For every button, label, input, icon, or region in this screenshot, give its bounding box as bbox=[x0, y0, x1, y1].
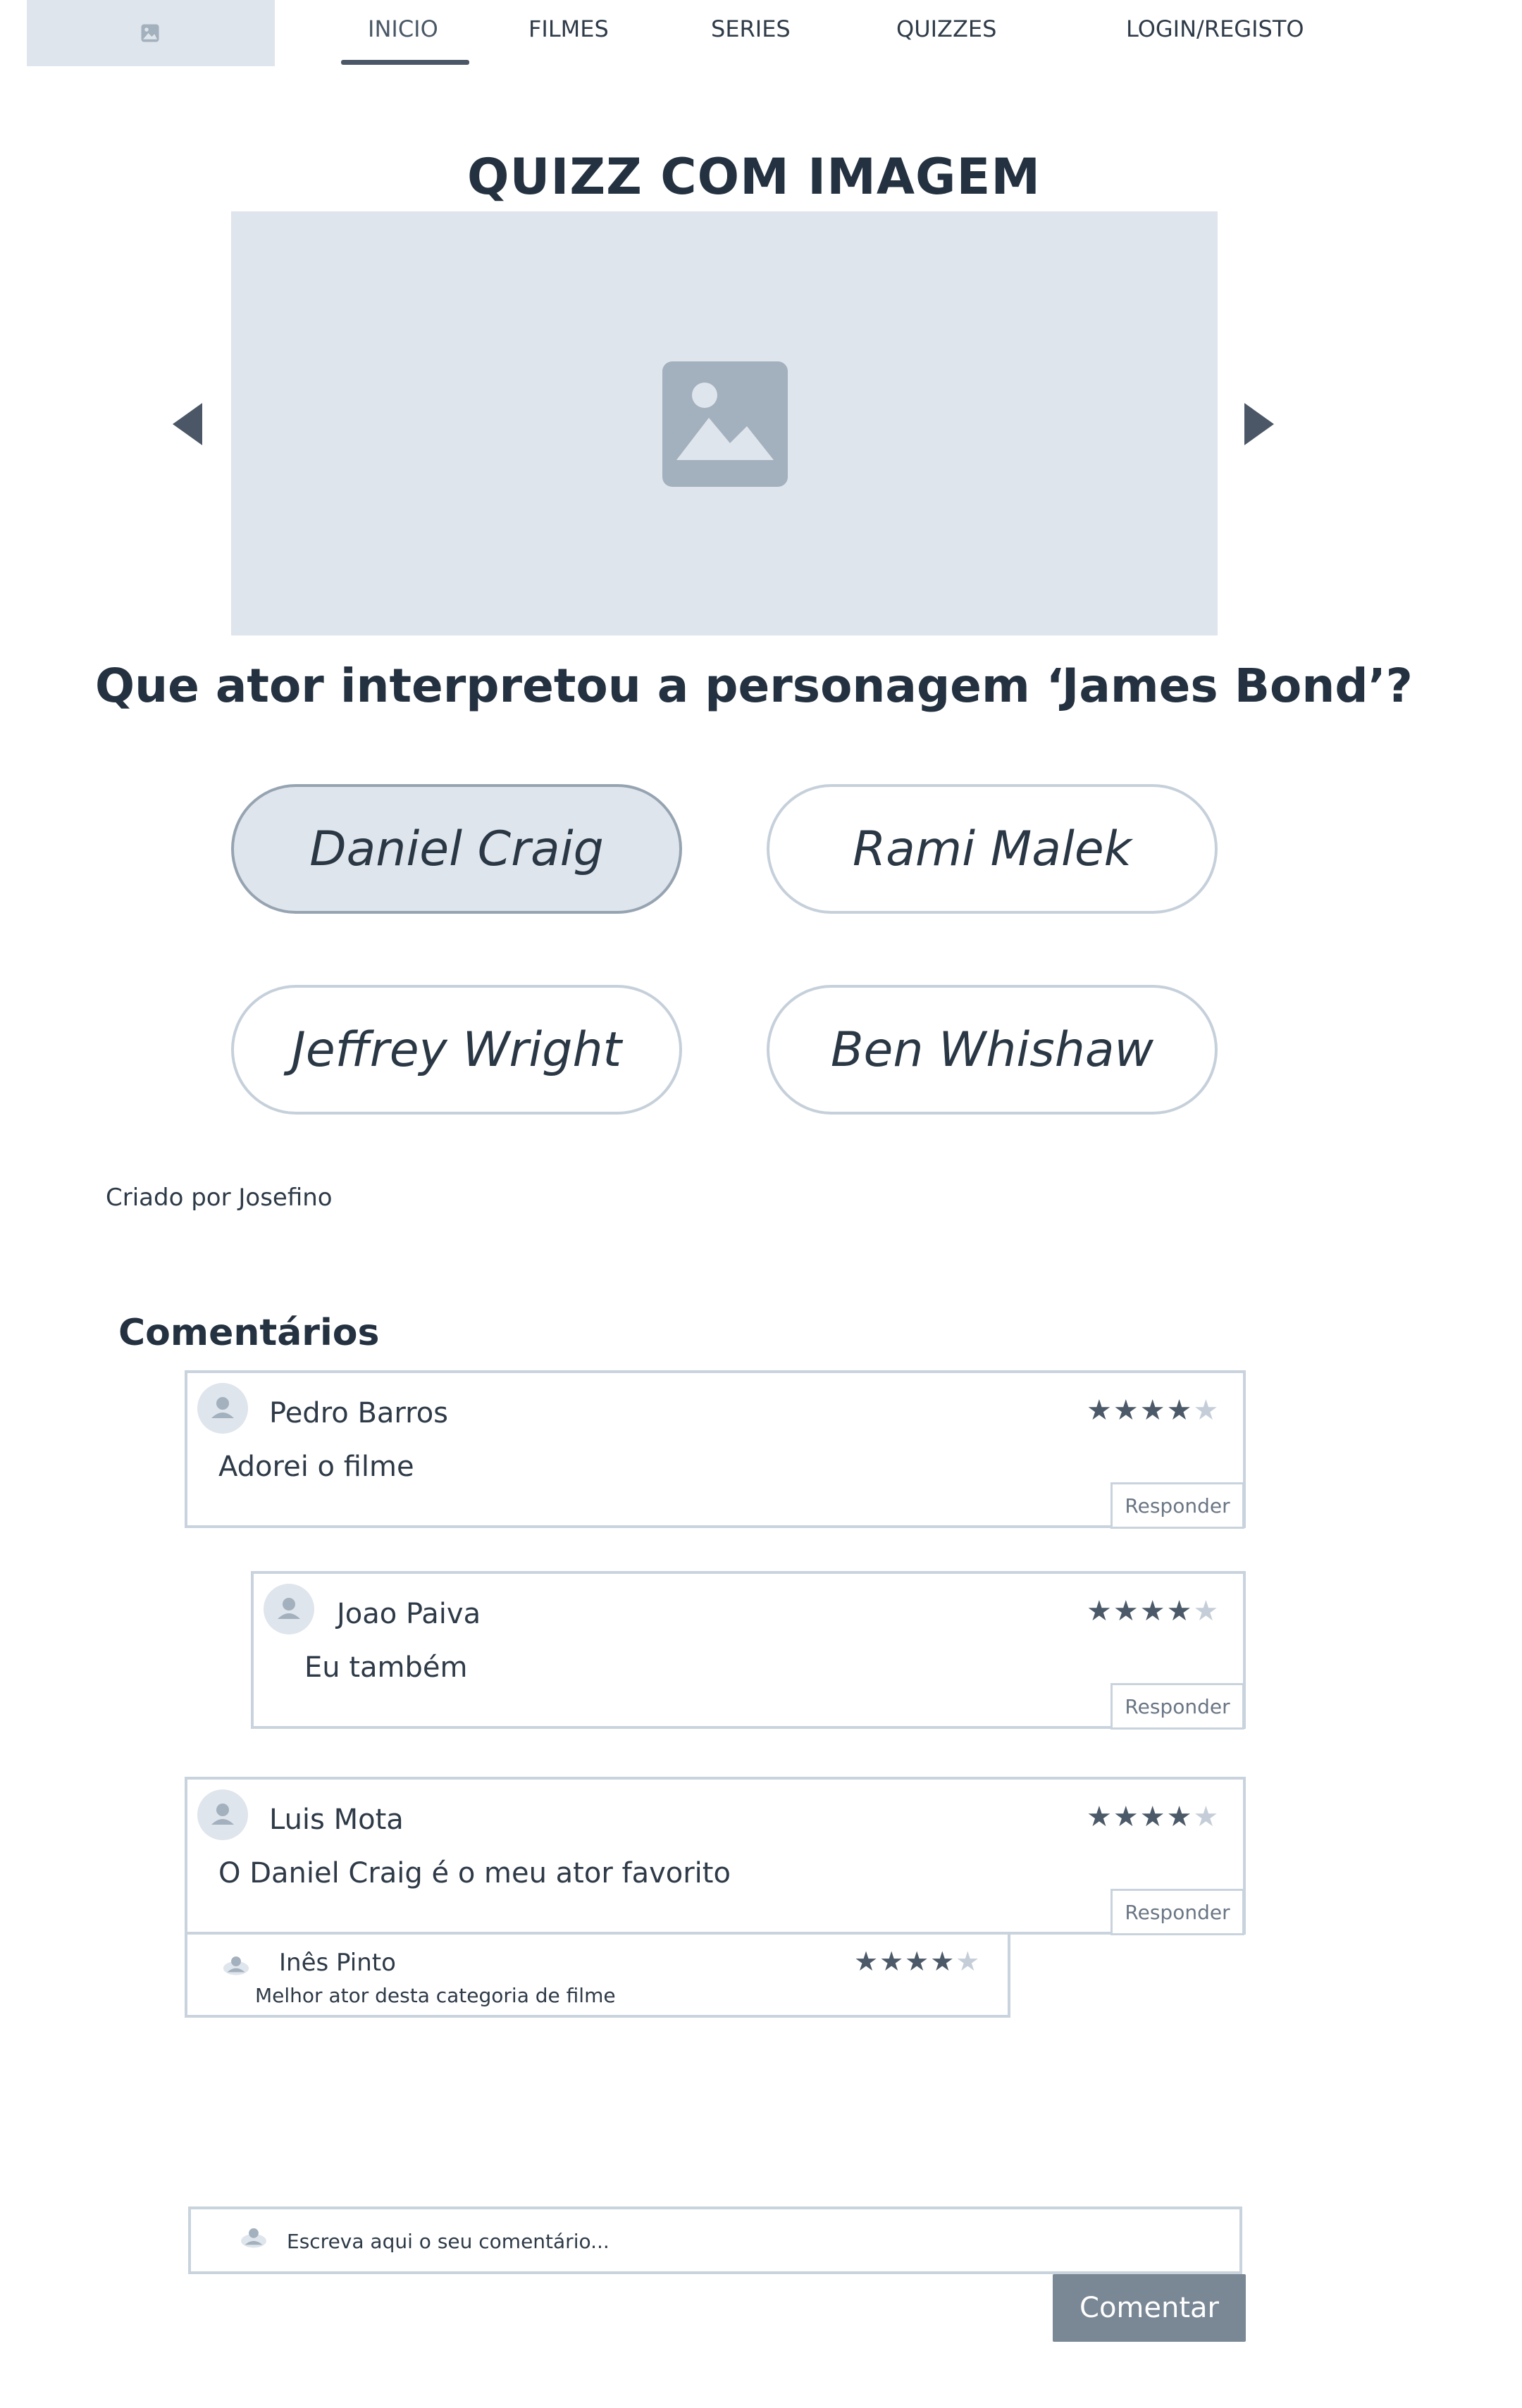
nav-series[interactable]: SERIES bbox=[711, 15, 791, 42]
avatar bbox=[197, 1383, 248, 1434]
answer-label: Daniel Craig bbox=[309, 821, 604, 877]
answer-label: Rami Malek bbox=[852, 821, 1132, 877]
answer-label: Ben Whishaw bbox=[830, 1022, 1154, 1078]
comment-text: Adorei o filme bbox=[218, 1451, 414, 1483]
comment-submit-button[interactable]: Comentar bbox=[1053, 2274, 1246, 2342]
reply-button[interactable]: Responder bbox=[1110, 1889, 1244, 1935]
comments-heading: Comentários bbox=[118, 1312, 380, 1354]
star-rating: ★★★★★ bbox=[1087, 1595, 1220, 1627]
user-icon bbox=[223, 1956, 249, 1975]
quiz-question: Que ator interpretou a personagem ‘James… bbox=[95, 659, 1413, 713]
comment-author: Luis Mota bbox=[269, 1804, 404, 1836]
reply-button[interactable]: Responder bbox=[1110, 1683, 1244, 1730]
comment-card: Luis Mota O Daniel Craig é o meu ator fa… bbox=[185, 1777, 1246, 1935]
nav-login-registo[interactable]: LOGIN/REGISTO bbox=[1126, 15, 1304, 42]
comment-input-box bbox=[188, 2207, 1242, 2274]
answer-option-1[interactable]: Daniel Craig bbox=[231, 784, 682, 914]
nav-inicio[interactable]: INICIO bbox=[368, 15, 438, 42]
user-icon bbox=[211, 1804, 234, 1825]
previous-arrow-icon[interactable] bbox=[173, 403, 204, 445]
star-rating: ★★★★★ bbox=[1087, 1394, 1220, 1427]
answer-option-3[interactable]: Jeffrey Wright bbox=[231, 985, 682, 1115]
nav-quizzes[interactable]: QUIZZES bbox=[896, 15, 996, 42]
comment-card: Pedro Barros Adorei o filme ★★★★★ Respon… bbox=[185, 1370, 1246, 1529]
user-icon bbox=[278, 1598, 300, 1619]
user-icon bbox=[241, 2228, 266, 2248]
answer-option-4[interactable]: Ben Whishaw bbox=[767, 985, 1218, 1115]
comment-input[interactable] bbox=[285, 2221, 1218, 2261]
logo-placeholder[interactable] bbox=[27, 0, 275, 66]
quiz-image-placeholder bbox=[231, 211, 1218, 635]
avatar bbox=[218, 1949, 254, 1984]
page-title: QUIZZ COM IMAGEM bbox=[467, 148, 1041, 206]
comment-text: Melhor ator desta categoria de filme bbox=[255, 1984, 616, 2007]
avatar bbox=[197, 1789, 248, 1840]
answer-option-2[interactable]: Rami Malek bbox=[767, 784, 1218, 914]
comment-author: Joao Paiva bbox=[337, 1598, 481, 1630]
comment-text: Eu também bbox=[304, 1651, 468, 1684]
comment-card: Joao Paiva Eu também ★★★★★ Responder bbox=[251, 1571, 1246, 1730]
nav-active-indicator bbox=[341, 60, 469, 65]
quiz-author: Criado por Josefino bbox=[106, 1184, 333, 1212]
nav-filmes[interactable]: FILMES bbox=[528, 15, 609, 42]
comment-author: Pedro Barros bbox=[269, 1397, 449, 1429]
comment-text: O Daniel Craig é o meu ator favorito bbox=[218, 1857, 731, 1889]
next-arrow-icon[interactable] bbox=[1243, 403, 1274, 445]
avatar bbox=[264, 1584, 314, 1634]
user-icon bbox=[211, 1397, 234, 1418]
comment-card: Inês Pinto Melhor ator desta categoria d… bbox=[185, 1932, 1010, 2018]
star-rating: ★★★★★ bbox=[1087, 1801, 1220, 1833]
image-icon bbox=[141, 24, 159, 42]
reply-button[interactable]: Responder bbox=[1110, 1482, 1244, 1529]
image-icon bbox=[662, 361, 788, 487]
star-rating: ★★★★★ bbox=[854, 1946, 982, 1977]
comment-author: Inês Pinto bbox=[279, 1949, 396, 1977]
answer-label: Jeffrey Wright bbox=[291, 1022, 622, 1078]
